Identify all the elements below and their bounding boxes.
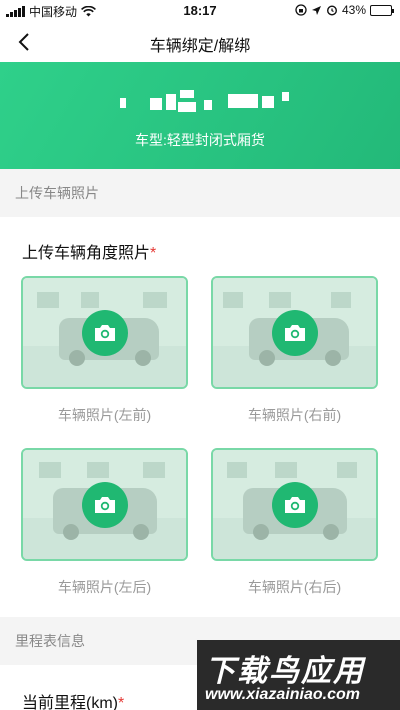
camera-button[interactable] [81,309,128,356]
photo-caption-left-rear: 车辆照片(左后) [57,579,152,595]
odometer-title-text: 当前里程(km) [22,695,118,710]
vehicle-header: 车型:轻型封闭式厢货 [0,62,400,169]
required-mark: * [118,695,125,710]
camera-button[interactable] [81,481,128,528]
location-icon [311,5,321,15]
photo-upload-left-rear[interactable] [21,448,188,561]
camera-icon [284,324,305,341]
status-bar: 中国移动 18:17 43% [0,0,400,22]
watermark-logo: 下载鸟应用 www.xiazainiao.com [197,640,400,710]
battery-percent: 43% [341,3,366,17]
license-plate-pixelated [120,90,290,112]
watermark-url: www.xiazainiao.com [205,686,361,703]
upload-section-header: 上传车辆照片 [0,169,400,217]
upload-photos-title: 上传车辆角度照片* [22,239,156,263]
photo-caption-left-front: 车辆照片(左前) [57,407,152,423]
photo-upload-right-front[interactable] [211,276,378,389]
required-mark: * [150,245,157,262]
photo-upload-left-front[interactable] [21,276,188,389]
watermark-title: 下载鸟应用 [205,655,365,688]
camera-button[interactable] [271,481,318,528]
odometer-title: 当前里程(km)* [22,689,124,710]
photo-caption-right-front: 车辆照片(右前) [247,407,342,423]
upload-photos-card: 上传车辆角度照片* 车辆照片(左前) 车辆照片(右前) 车辆照片(左后) 车辆照… [0,217,400,617]
upload-photos-title-text: 上传车辆角度照片 [22,245,151,262]
page-title: 车辆绑定/解绑 [149,38,251,55]
photo-upload-right-rear[interactable] [211,448,378,561]
status-right: 43% [295,3,394,17]
photo-caption-right-rear: 车辆照片(右后) [247,579,342,595]
camera-icon [94,324,115,341]
battery-icon [370,4,394,16]
camera-icon [94,496,115,513]
camera-icon [284,496,305,513]
vehicle-type: 车型:轻型封闭式厢货 [135,132,265,148]
nav-bar: 车辆绑定/解绑 [0,22,400,62]
camera-button[interactable] [271,309,318,356]
alarm-icon [326,5,337,16]
rotation-lock-icon [295,4,307,16]
